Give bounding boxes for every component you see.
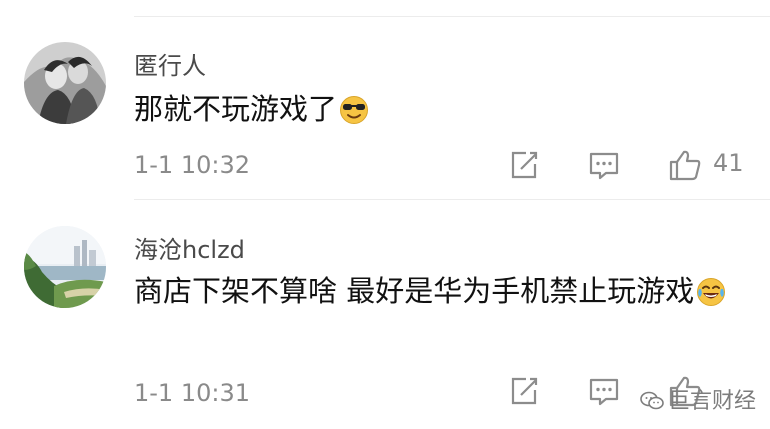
watermark-text: 巨言财经 [668,389,757,414]
comment-divider [134,199,770,200]
comment-text-body: 那就不玩游戏了 [134,92,338,126]
comment-username[interactable]: 匿行人 [134,46,206,81]
cool-sunglasses-emoji-icon [339,92,369,138]
comment-text: 那就不玩游戏了 [134,86,744,138]
watermark: 巨言财经 [640,383,756,418]
tears-of-joy-emoji-icon [696,274,726,320]
wechat-icon [640,390,664,418]
share-edit-icon[interactable] [506,147,542,183]
top-divider [134,16,770,17]
avatar[interactable] [24,226,106,308]
comment-bubble-icon[interactable] [586,147,622,183]
thumbs-up-icon[interactable] [667,147,703,183]
share-edit-icon[interactable] [506,373,542,409]
comment-username[interactable]: 海沧hclzd [134,230,245,265]
avatar[interactable] [24,42,106,124]
comment-text-body: 商店下架不算啥 最好是华为手机禁止玩游戏 [134,274,695,308]
comment-actions: 41 [0,147,770,183]
comment-bubble-icon[interactable] [586,373,622,409]
like-count: 41 [713,149,744,177]
comment-text: 商店下架不算啥 最好是华为手机禁止玩游戏 [134,268,744,320]
